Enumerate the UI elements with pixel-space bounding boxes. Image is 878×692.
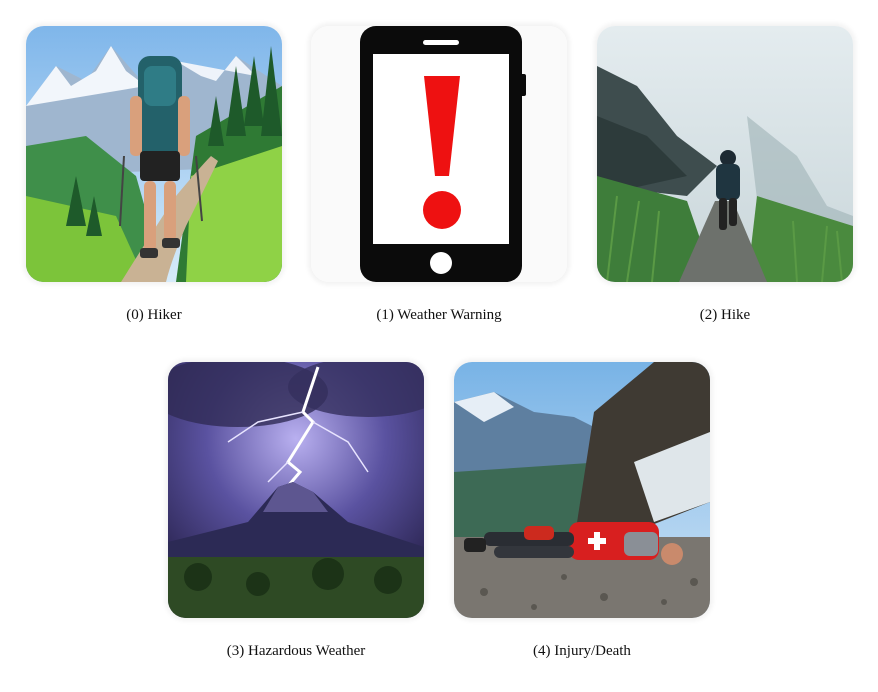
hiker-photo	[26, 26, 282, 282]
caption-injury-death: (4) Injury/Death	[533, 643, 631, 659]
caption-hazardous-weather: (3) Hazardous Weather	[226, 643, 366, 659]
phone-warning-icon	[311, 26, 567, 282]
injured-hiker-photo	[454, 362, 710, 618]
caption-hiker: (0) Hiker	[126, 307, 182, 323]
caption-weather-warning: (1) Weather Warning	[376, 307, 502, 323]
misty-trail-photo	[597, 26, 853, 282]
panel-hiker	[26, 26, 282, 282]
panel-injury-death	[454, 362, 710, 618]
panel-hazardous-weather	[168, 362, 424, 618]
panel-weather-warning	[311, 26, 567, 282]
lightning-volcano-photo	[168, 362, 424, 618]
panel-hike	[597, 26, 853, 282]
caption-hike: (2) Hike	[699, 307, 751, 323]
